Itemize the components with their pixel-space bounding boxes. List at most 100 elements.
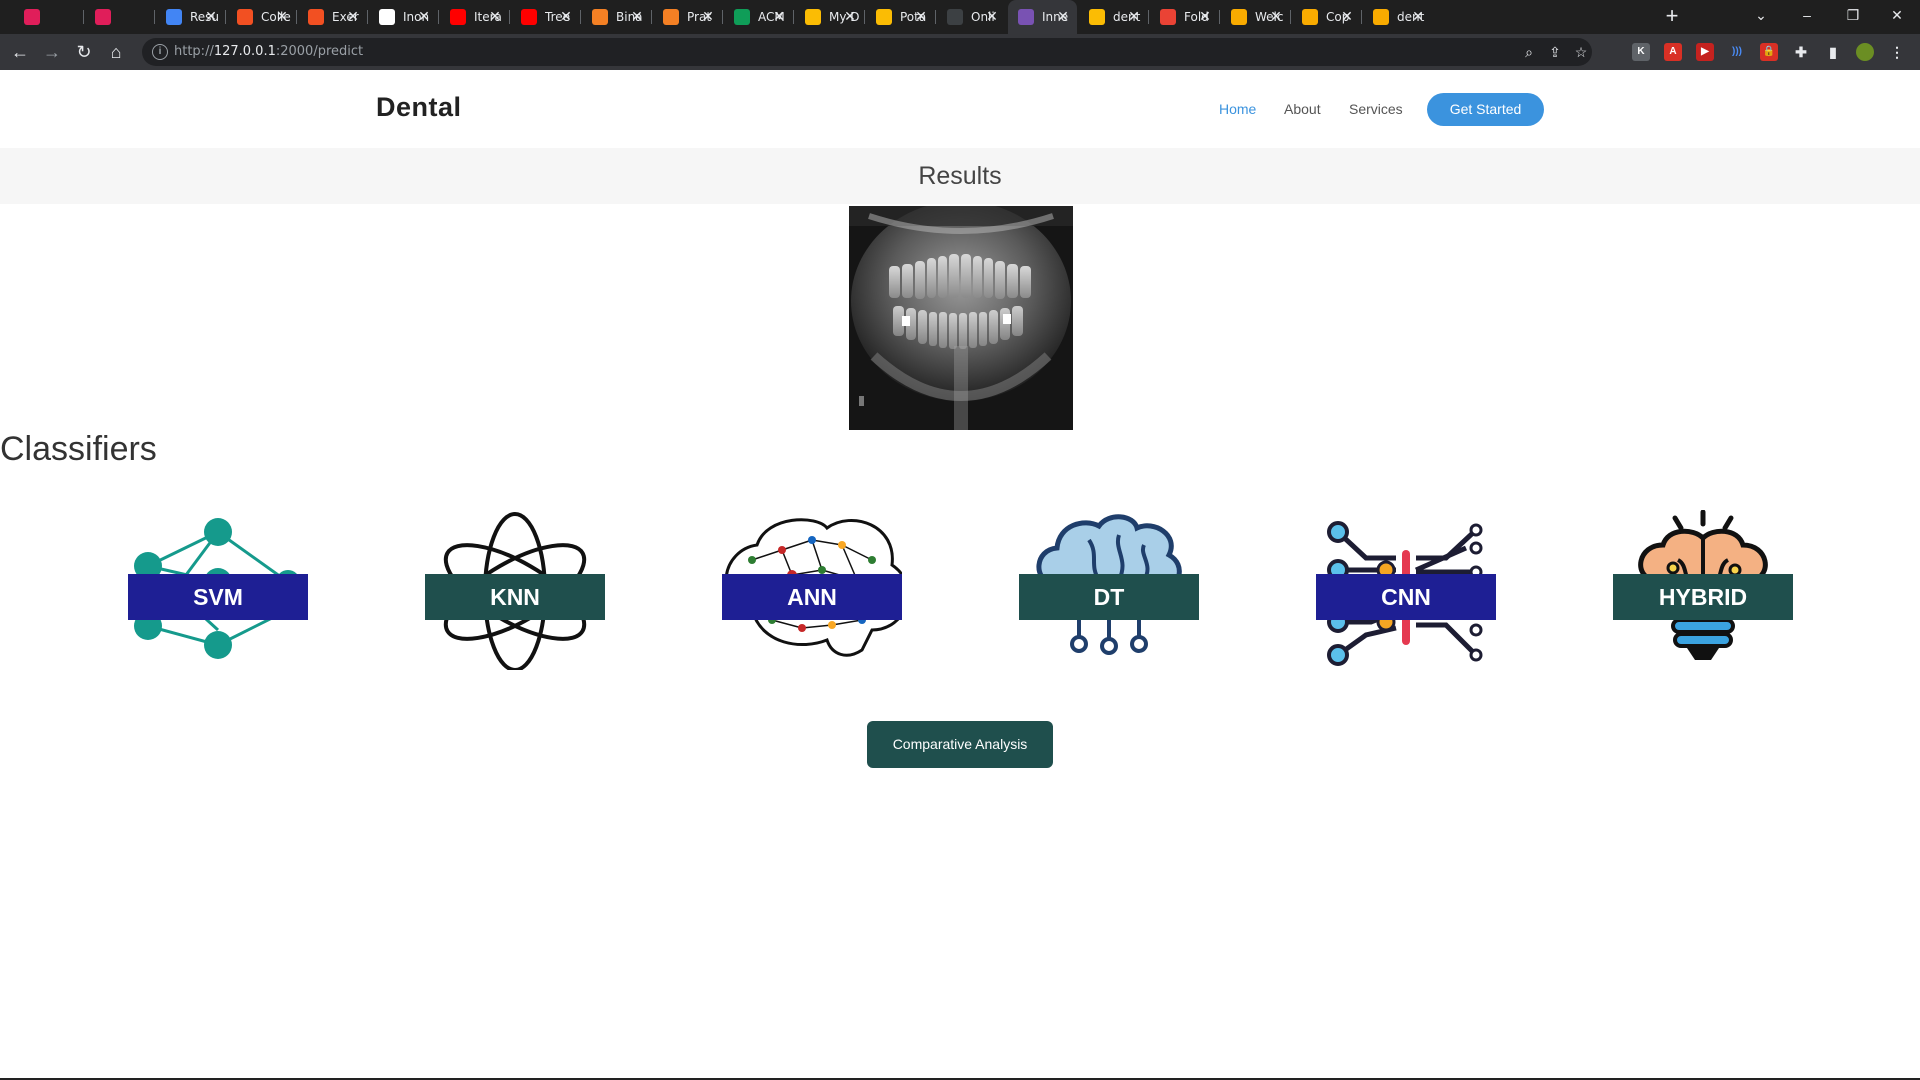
minimize-button[interactable]: – [1784, 0, 1830, 30]
share-icon[interactable]: ⇪ [1546, 43, 1564, 61]
browser-tab[interactable]: Colle ✕ [227, 0, 296, 34]
close-tab-icon[interactable]: ✕ [984, 9, 1000, 25]
browser-tab[interactable]: Tree ✕ [511, 0, 580, 34]
browser-tab[interactable]: My D ✕ [795, 0, 864, 34]
browser-tab[interactable]: Welc ✕ [1221, 0, 1290, 34]
classifier-ann-card[interactable]: ANN [722, 510, 902, 670]
browser-tab[interactable]: dent ✕ [1363, 0, 1432, 34]
profile-avatar-icon[interactable] [1856, 43, 1874, 61]
docs-icon [166, 9, 182, 25]
site-info-icon[interactable]: i [152, 44, 168, 60]
site-brand[interactable]: Dental [376, 92, 462, 123]
get-started-button[interactable]: Get Started [1427, 93, 1544, 126]
nav-services-link[interactable]: Services [1349, 101, 1403, 117]
new-tab-button[interactable]: + [1660, 5, 1684, 29]
classifiers-heading: Classifiers [0, 430, 157, 468]
forward-arrow-icon[interactable]: → [40, 40, 64, 64]
close-tab-icon[interactable]: ✕ [203, 9, 219, 25]
tab-separator [1290, 10, 1291, 24]
extensions-puzzle-icon[interactable]: ✚ [1792, 43, 1810, 61]
microsoft-icon [308, 9, 324, 25]
close-tab-icon[interactable]: ✕ [700, 9, 716, 25]
dental-xray-image [849, 206, 1073, 430]
browser-tab[interactable]: Itera ✕ [440, 0, 509, 34]
classifier-svm-label: SVM [128, 574, 308, 620]
back-arrow-icon[interactable]: ← [8, 40, 32, 64]
close-tab-icon[interactable]: ✕ [487, 9, 503, 25]
close-tab-icon[interactable]: ✕ [629, 9, 645, 25]
google-icon [379, 9, 395, 25]
close-tab-icon[interactable]: ✕ [1126, 9, 1142, 25]
browser-tab[interactable]: Cop ✕ [1292, 0, 1361, 34]
youtube-extension-icon[interactable]: ▶ [1696, 43, 1714, 61]
tab-separator [1219, 10, 1220, 24]
classifier-cnn-card[interactable]: CNN [1316, 510, 1496, 670]
browser-tab[interactable]: Pota ✕ [866, 0, 935, 34]
tab-separator [509, 10, 510, 24]
acrobat-extension-icon[interactable]: A [1664, 43, 1682, 61]
classifier-cnn-label: CNN [1316, 574, 1496, 620]
classifier-dt-label: DT [1019, 574, 1199, 620]
menu-dots-icon[interactable]: ⋮ [1888, 43, 1906, 61]
lock-extension-icon[interactable]: 🔒 [1760, 43, 1778, 61]
browser-tab[interactable]: Prat ✕ [653, 0, 722, 34]
wave-extension-icon[interactable]: ))) [1728, 43, 1746, 61]
browser-tab[interactable]: ACM ✕ [724, 0, 793, 34]
tab-separator [154, 10, 155, 24]
tab-separator [935, 10, 936, 24]
restore-button[interactable]: ❐ [1830, 0, 1876, 30]
browser-tab[interactable]: Inon ✕ [369, 0, 438, 34]
close-tab-icon[interactable]: ✕ [1268, 9, 1284, 25]
drive-icon [1089, 9, 1105, 25]
classifier-hybrid-label: HYBRID [1613, 574, 1793, 620]
close-tab-icon[interactable]: ✕ [558, 9, 574, 25]
close-tab-icon[interactable]: ✕ [416, 9, 432, 25]
bookmark-star-icon[interactable]: ☆ [1572, 43, 1590, 61]
close-tab-icon[interactable]: ✕ [1197, 9, 1213, 25]
close-tab-icon[interactable]: ✕ [1339, 9, 1355, 25]
browser-tab[interactable] [14, 0, 83, 34]
address-bar[interactable]: i http://127.0.0.1:2000/predict ⌕ ⇪ ☆ [142, 38, 1592, 66]
tab-separator [864, 10, 865, 24]
close-tab-icon[interactable]: ✕ [274, 9, 290, 25]
address-url[interactable]: http://127.0.0.1:2000/predict [174, 44, 363, 59]
d-letter-icon [947, 9, 963, 25]
close-tab-icon[interactable]: ✕ [1055, 9, 1071, 25]
close-tab-icon[interactable]: ✕ [1410, 9, 1426, 25]
tab-separator [1361, 10, 1362, 24]
side-panel-icon[interactable]: ▮ [1824, 43, 1842, 61]
browser-tab[interactable]: Onli ✕ [937, 0, 1006, 34]
home-icon[interactable]: ⌂ [104, 40, 128, 64]
browser-tab[interactable]: Exer ✕ [298, 0, 367, 34]
nav-about-link[interactable]: About [1284, 101, 1321, 117]
drive-icon [876, 9, 892, 25]
classifier-dt-card[interactable]: DT [1019, 510, 1199, 670]
tab-separator [793, 10, 794, 24]
classifier-hybrid-card[interactable]: HYBRID [1613, 510, 1793, 670]
close-tab-icon[interactable]: ✕ [913, 9, 929, 25]
comparative-analysis-button[interactable]: Comparative Analysis [867, 721, 1053, 768]
close-window-button[interactable]: ✕ [1874, 0, 1920, 30]
zoom-icon[interactable]: ⌕ [1520, 43, 1538, 61]
browser-tab[interactable]: Bina ✕ [582, 0, 651, 34]
close-tab-icon[interactable]: ✕ [345, 9, 361, 25]
tab-separator [722, 10, 723, 24]
sheets-plus-icon [734, 9, 750, 25]
classifier-svm-card[interactable]: SVM [128, 510, 308, 670]
browser-tab[interactable] [85, 0, 154, 34]
browser-tab[interactable]: Inne ✕ [1008, 0, 1077, 34]
browser-tab[interactable]: Resu ✕ [156, 0, 225, 34]
slack-icon [24, 9, 40, 25]
web-page: Dental Home About Services Get Started R… [0, 70, 1920, 1078]
youtube-icon [450, 9, 466, 25]
close-tab-icon[interactable]: ✕ [842, 9, 858, 25]
browser-tab[interactable]: dent ✕ [1079, 0, 1148, 34]
classifier-knn-card[interactable]: KNN [425, 510, 605, 670]
close-tab-icon[interactable]: ✕ [771, 9, 787, 25]
reload-icon[interactable]: ↻ [72, 40, 96, 64]
extension-k-icon[interactable]: K [1632, 43, 1650, 61]
tab-search-button[interactable]: ⌄ [1738, 0, 1784, 30]
results-header: Results [0, 148, 1920, 204]
browser-tab[interactable]: Fold ✕ [1150, 0, 1219, 34]
nav-home-link[interactable]: Home [1219, 101, 1256, 117]
